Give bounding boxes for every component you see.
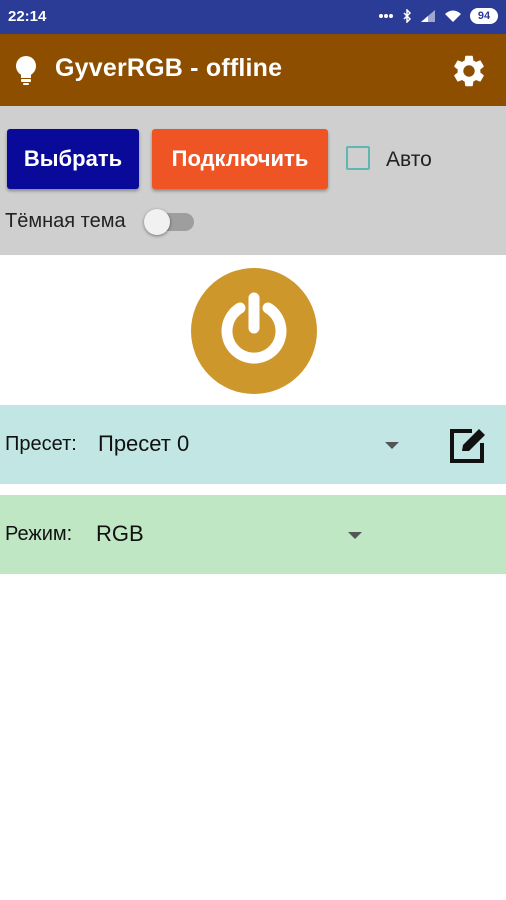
battery-icon: 94 (470, 8, 498, 24)
preset-dropdown-arrow-icon[interactable] (385, 442, 399, 449)
signal-icon (420, 9, 436, 23)
status-time: 22:14 (8, 8, 47, 25)
app-bar: GyverRGB - offline (0, 34, 506, 106)
mode-row: Режим: RGB (0, 495, 506, 574)
status-bar: 22:14 94 (0, 0, 506, 34)
mode-label: Режим: (5, 523, 73, 545)
preset-label: Пресет: (5, 433, 77, 455)
preset-select[interactable]: Пресет 0 (98, 431, 189, 457)
power-icon (213, 288, 295, 375)
connect-button[interactable]: Подключить (152, 129, 328, 189)
auto-checkbox[interactable] (346, 146, 370, 170)
dots-icon (378, 13, 394, 19)
edit-icon[interactable] (448, 425, 488, 470)
switch-thumb (144, 209, 170, 235)
auto-label: Авто (386, 148, 432, 171)
bulb-icon (13, 54, 39, 91)
mode-dropdown-arrow-icon[interactable] (348, 532, 362, 539)
bluetooth-icon (402, 9, 412, 23)
select-button[interactable]: Выбрать (7, 129, 139, 189)
gear-icon[interactable] (450, 52, 488, 95)
dark-theme-switch[interactable] (144, 209, 194, 235)
power-button[interactable] (191, 268, 317, 394)
preset-row: Пресет: Пресет 0 (0, 405, 506, 484)
wifi-icon (444, 9, 462, 23)
status-icons: 94 (378, 8, 498, 24)
controls-panel: Выбрать Подключить Авто Тёмная тема (0, 106, 506, 255)
mode-select[interactable]: RGB (96, 521, 144, 547)
app-title: GyverRGB - offline (55, 54, 283, 82)
dark-theme-label: Тёмная тема (5, 210, 126, 232)
